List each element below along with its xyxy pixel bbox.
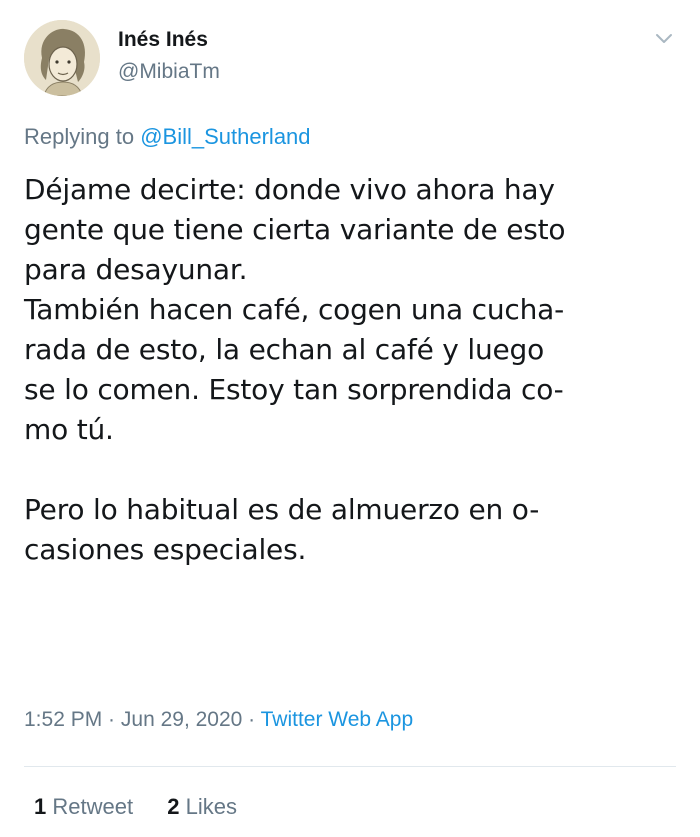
- chevron-down-icon[interactable]: [652, 26, 676, 50]
- author-name[interactable]: Inés Inés: [118, 28, 208, 52]
- meta-separator: ·: [242, 708, 261, 731]
- avatar[interactable]: [24, 20, 100, 96]
- author-handle[interactable]: @MibiaTm: [118, 60, 220, 84]
- tweet-time[interactable]: 1:52 PM: [24, 708, 102, 731]
- divider: [24, 766, 676, 767]
- meta-separator: ·: [102, 708, 121, 731]
- replying-to-label: Replying to: [24, 124, 135, 149]
- replying-to: Replying to @Bill_Sutherland: [24, 124, 311, 150]
- tweet-stats: 1 Retweet 2 Likes: [34, 794, 265, 820]
- tweet-header: Inés Inés @MibiaTm: [24, 20, 676, 104]
- retweets-stat[interactable]: 1 Retweet: [34, 794, 133, 819]
- tweet-text: Déjame decirte: donde vivo ahora hay gen…: [24, 173, 566, 566]
- retweets-label: Retweet: [52, 794, 134, 819]
- tweet-source-link[interactable]: Twitter Web App: [261, 708, 414, 731]
- retweets-count: 1: [34, 794, 47, 819]
- tweet-meta: 1:52 PM · Jun 29, 2020 · Twitter Web App: [24, 708, 413, 732]
- likes-count: 2: [167, 794, 180, 819]
- likes-label: Likes: [185, 794, 237, 819]
- avatar-drawing: [24, 20, 100, 96]
- tweet-date[interactable]: Jun 29, 2020: [121, 708, 242, 731]
- likes-stat[interactable]: 2 Likes: [167, 794, 237, 819]
- reply-mention-link[interactable]: @Bill_Sutherland: [140, 124, 310, 149]
